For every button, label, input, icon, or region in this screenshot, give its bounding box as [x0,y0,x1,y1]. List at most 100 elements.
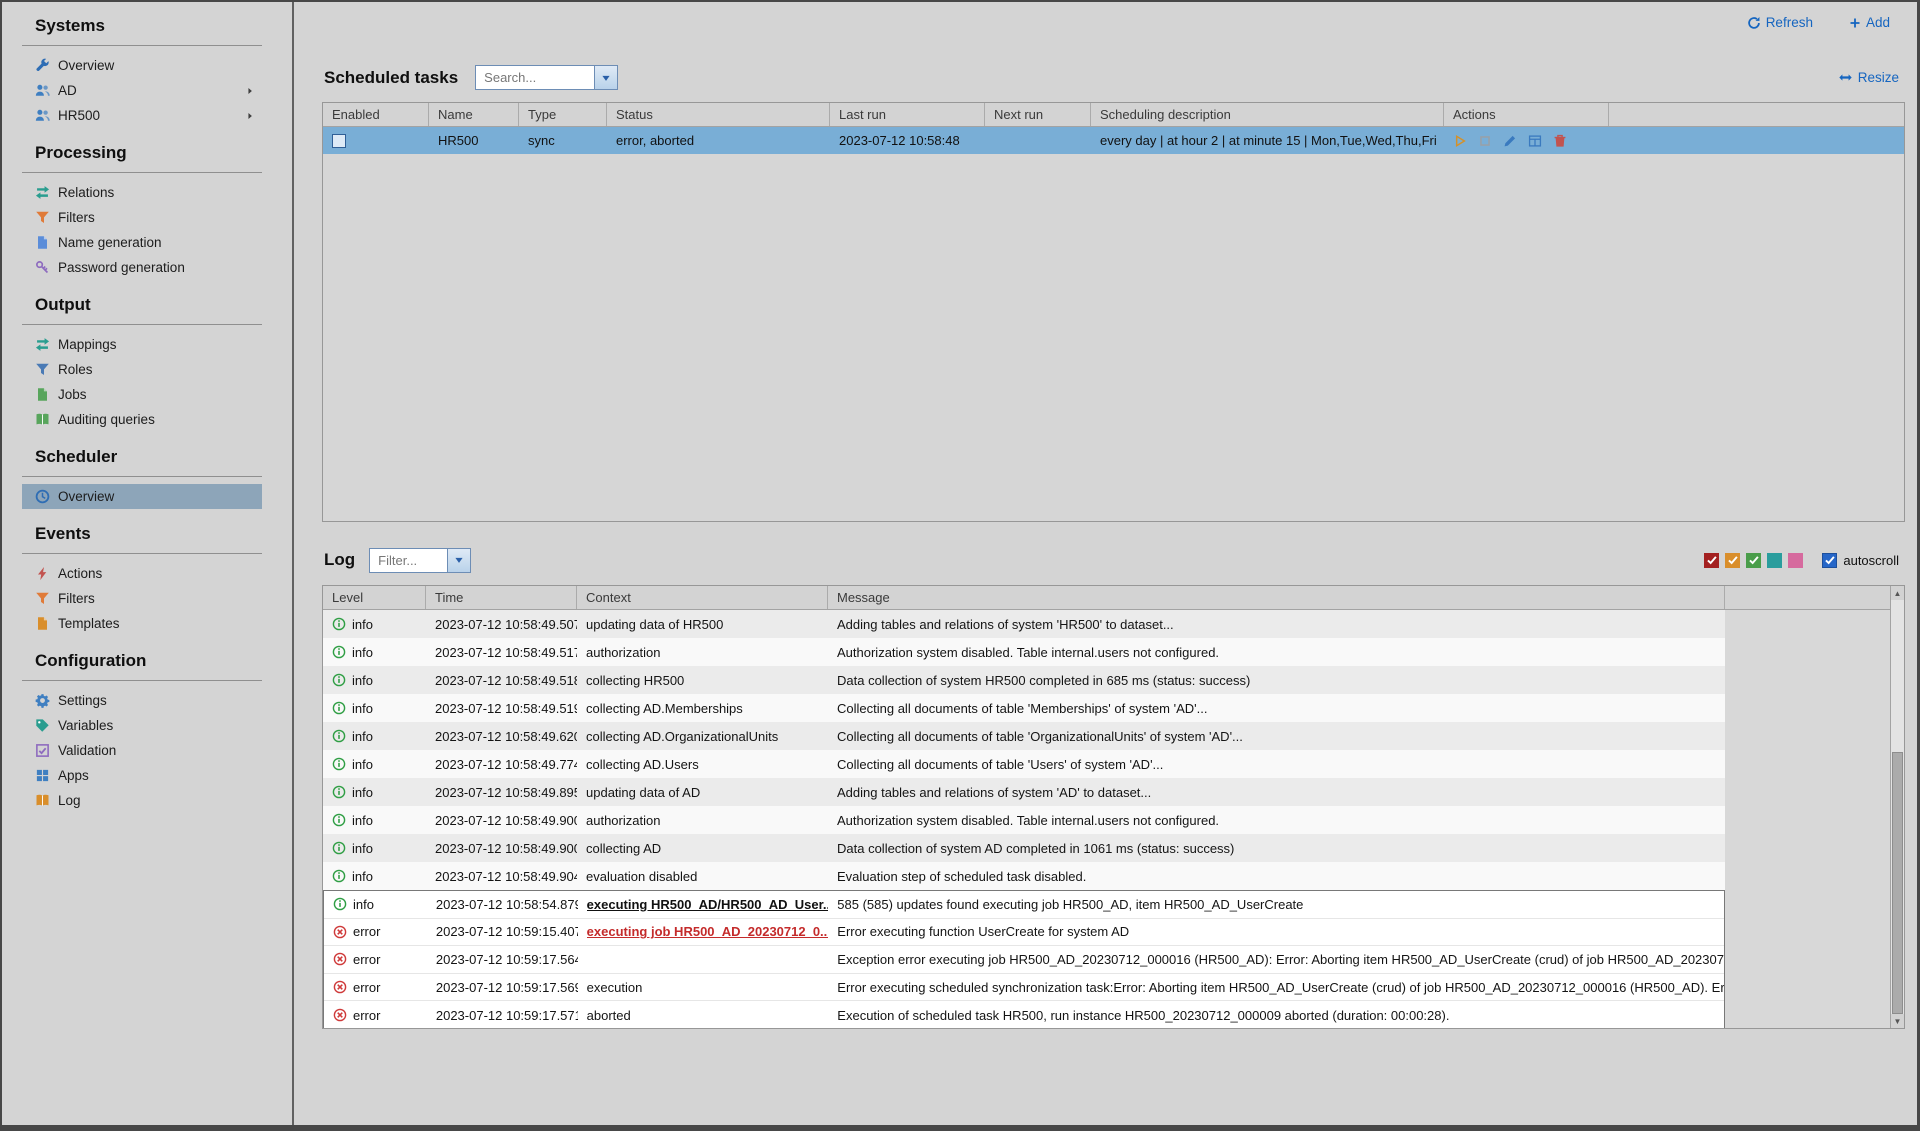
sidebar-item-roles[interactable]: Roles [22,357,262,382]
log-row[interactable]: info2023-07-12 10:58:49.900collecting AD… [323,834,1725,862]
sidebar-section-title: Scheduler [35,447,292,467]
log-row[interactable]: info2023-07-12 10:58:49.895updating data… [323,778,1725,806]
info-icon [332,645,346,659]
tasks-column-header-next-run[interactable]: Next run [985,103,1091,126]
log-row[interactable]: info2023-07-12 10:58:49.900authorization… [323,806,1725,834]
scrollbar-thumb[interactable] [1892,752,1903,1014]
resize-button[interactable]: Resize [1838,70,1899,85]
sidebar-item-templates[interactable]: Templates [22,611,262,636]
sidebar-item-filters[interactable]: Filters [22,205,262,230]
log-row[interactable]: info2023-07-12 10:58:49.517authorization… [323,638,1725,666]
task-enabled-checkbox[interactable] [332,134,346,148]
tasks-column-header-status[interactable]: Status [607,103,830,126]
sidebar-item-validation[interactable]: Validation [22,738,262,763]
log-context-link[interactable]: executing job HR500_AD_20230712_0... [587,924,829,939]
sidebar-item-filters[interactable]: Filters [22,586,262,611]
log-column-header-message[interactable]: Message [828,586,1725,609]
sidebar-item-actions[interactable]: Actions [22,561,262,586]
chevron-right-icon[interactable] [245,111,255,121]
log-filter-warning-checkbox[interactable] [1725,553,1740,568]
log-filter-debug-checkbox[interactable] [1767,553,1782,568]
sidebar-item-auditing-queries[interactable]: Auditing queries [22,407,262,432]
log-panel: LevelTimeContextMessage info2023-07-12 1… [322,585,1905,1029]
log-row[interactable]: info2023-07-12 10:58:49.507updating data… [323,610,1725,638]
sidebar-item-apps[interactable]: Apps [22,763,262,788]
sidebar-item-mappings[interactable]: Mappings [22,332,262,357]
log-column-header-context[interactable]: Context [577,586,828,609]
tasks-column-header-actions[interactable]: Actions [1444,103,1609,126]
log-row[interactable]: info2023-07-12 10:58:49.519collecting AD… [323,694,1725,722]
log-filter-error-checkbox[interactable] [1704,553,1719,568]
log-filter-dropdown-button[interactable] [447,549,470,572]
log-filter-info-checkbox[interactable] [1746,553,1761,568]
stop-button[interactable] [1478,134,1492,148]
tasks-column-header-name[interactable]: Name [429,103,519,126]
sidebar-item-overview[interactable]: Overview [22,484,262,509]
log-scrollbar[interactable]: ▲ ▼ [1890,586,1904,1028]
log-context: executing job HR500_AD_20230712_0... [578,924,829,939]
log-filter-input[interactable] [370,549,447,572]
refresh-button[interactable]: Refresh [1747,15,1813,30]
page-icon [35,235,50,250]
info-icon [332,813,346,827]
log-row[interactable]: info2023-07-12 10:58:49.774collecting AD… [323,750,1725,778]
log-highlight-box: info2023-07-12 10:58:54.879executing HR5… [323,890,1725,1028]
log-row[interactable]: error2023-07-12 10:59:17.564Exception er… [324,946,1724,974]
log-row[interactable]: error2023-07-12 10:59:17.569executionErr… [324,974,1724,1002]
tasks-column-header-scheduling-description[interactable]: Scheduling description [1091,103,1444,126]
sidebar-item-password-generation[interactable]: Password generation [22,255,262,280]
log-header: Log autoscroll [324,547,1899,573]
sidebar-item-jobs[interactable]: Jobs [22,382,262,407]
sidebar-item-label: Relations [58,185,114,200]
log-filter-trace-checkbox[interactable] [1788,553,1803,568]
log-context: aborted [578,1008,829,1023]
sidebar-item-variables[interactable]: Variables [22,713,262,738]
edit-button[interactable] [1503,134,1517,148]
scrollbar-up-button[interactable]: ▲ [1891,586,1904,600]
sidebar-item-hr500[interactable]: HR500 [22,103,262,128]
view-table-button[interactable] [1528,134,1542,148]
log-message: Error executing function UserCreate for … [828,924,1724,939]
checklist-icon [35,743,50,758]
log-row[interactable]: info2023-07-12 10:58:49.904evaluation di… [323,862,1725,890]
sidebar-item-log[interactable]: Log [22,788,262,813]
tasks-column-header-last-run[interactable]: Last run [830,103,985,126]
scheduled-tasks-panel: EnabledNameTypeStatusLast runNext runSch… [322,102,1905,522]
chevron-right-icon[interactable] [245,86,255,96]
log-time: 2023-07-12 10:58:49.900 [426,813,577,828]
sidebar-item-settings[interactable]: Settings [22,688,262,713]
log-column-header-time[interactable]: Time [426,586,577,609]
log-column-header-level[interactable]: Level [323,586,426,609]
log-level: info [324,897,427,912]
add-button[interactable]: Add [1849,15,1890,30]
log-level-label: info [352,729,373,744]
tasks-column-header-enabled[interactable]: Enabled [323,103,429,126]
sidebar-item-relations[interactable]: Relations [22,180,262,205]
log-time: 2023-07-12 10:59:17.569 [427,980,578,995]
run-button[interactable] [1453,134,1467,148]
log-level: info [323,785,426,800]
log-row[interactable]: error2023-07-12 10:59:15.407executing jo… [324,919,1724,947]
sidebar-item-name-generation[interactable]: Name generation [22,230,262,255]
log-level-label: info [352,645,373,660]
log-row[interactable]: info2023-07-12 10:58:54.879executing HR5… [324,891,1724,919]
log-row[interactable]: error2023-07-12 10:59:17.571abortedExecu… [324,1001,1724,1028]
scrollbar-down-button[interactable]: ▼ [1891,1014,1904,1028]
autoscroll-checkbox[interactable] [1822,553,1837,568]
log-context-link[interactable]: executing HR500_AD/HR500_AD_User... [587,897,829,912]
log-row[interactable]: info2023-07-12 10:58:49.620collecting AD… [323,722,1725,750]
tasks-column-header-type[interactable]: Type [519,103,607,126]
sidebar-item-label: Jobs [58,387,87,402]
log-level-label: error [353,952,380,967]
tasks-search-dropdown-button[interactable] [594,66,617,89]
task-row[interactable]: HR500syncerror, aborted2023-07-12 10:58:… [323,127,1904,154]
tasks-search-input[interactable] [476,66,594,89]
log-message: Adding tables and relations of system 'H… [828,617,1725,632]
sidebar-item-ad[interactable]: AD [22,78,262,103]
error-icon [333,925,347,939]
log-row[interactable]: info2023-07-12 10:58:49.518collecting HR… [323,666,1725,694]
log-level-label: info [352,673,373,688]
delete-button[interactable] [1553,134,1567,148]
sidebar-item-overview[interactable]: Overview [22,53,262,78]
log-context: executing HR500_AD/HR500_AD_User... [578,897,829,912]
